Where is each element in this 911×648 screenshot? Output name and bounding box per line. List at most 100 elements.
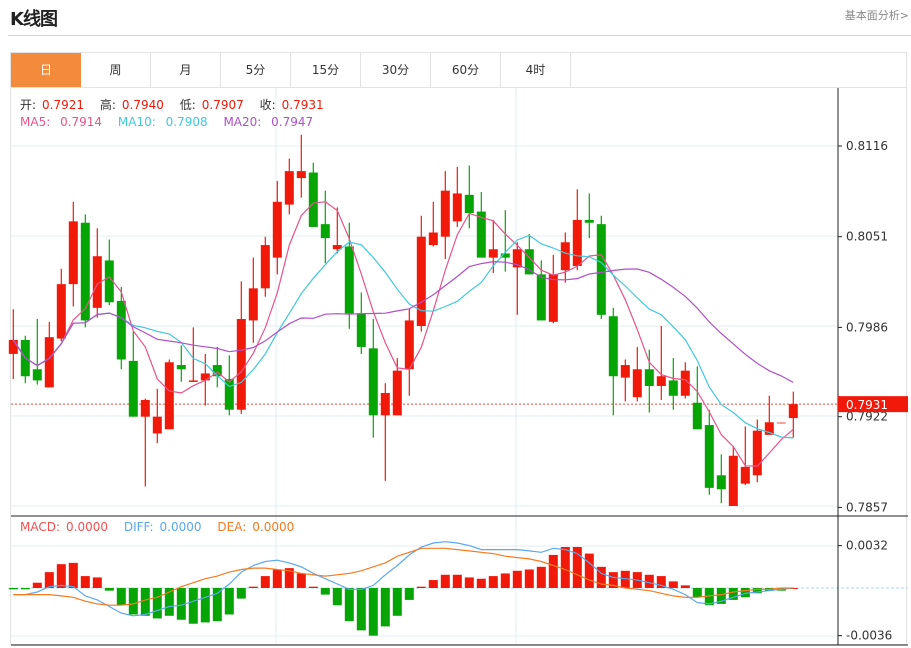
candle-body <box>392 370 402 416</box>
high-label: 高: <box>99 98 116 112</box>
candle-body <box>596 224 606 315</box>
candle-body <box>524 249 534 275</box>
candle-body <box>260 245 270 289</box>
macd-bar <box>644 574 654 588</box>
candle-body <box>248 288 258 321</box>
ma20-value: 0.7947 <box>271 115 314 129</box>
candle-body <box>752 430 762 476</box>
candle-body <box>284 171 294 205</box>
candle-body <box>140 399 150 417</box>
macd-bar <box>416 586 426 588</box>
macd-bar <box>56 564 66 588</box>
macd-bar <box>692 588 702 598</box>
macd-bar <box>200 588 210 623</box>
candle-body <box>188 380 198 382</box>
macd-bar <box>392 588 402 616</box>
macd-bar <box>272 569 282 588</box>
macd-legend: MACD: 0.0000 DIFF: 0.0000 DEA: 0.0000 <box>20 520 306 534</box>
high-value: 0.7940 <box>121 98 164 112</box>
macd-bar <box>560 546 570 588</box>
macd-bar <box>152 588 162 619</box>
candle-body <box>404 320 414 370</box>
candle-body <box>608 316 618 377</box>
macd-bar <box>368 588 378 636</box>
candle-body <box>788 404 798 419</box>
ohlc-legend: 开: 0.7921 高: 0.7940 低: 0.7907 收: 0.7931 <box>20 96 336 113</box>
candle-body <box>176 365 186 370</box>
low-label: 低: <box>179 98 196 112</box>
candle-body <box>80 222 90 321</box>
macd-value: 0.0000 <box>66 520 109 534</box>
macd-bar <box>428 580 438 588</box>
candle-body <box>560 242 570 271</box>
candle-body <box>440 190 450 237</box>
ma5-label: MA5: <box>20 115 51 129</box>
macd-bar <box>440 574 450 588</box>
candle-body <box>716 475 726 490</box>
candle-body <box>776 422 786 424</box>
dea-legend-item: DEA: 0.0000 <box>217 520 300 534</box>
macd-bar <box>236 588 246 599</box>
macd-bar <box>584 553 594 588</box>
macd-bar <box>464 577 474 588</box>
macd-bar <box>404 588 414 600</box>
open-value: 0.7921 <box>42 98 85 112</box>
macd-bar <box>104 588 114 591</box>
macd-bar <box>92 577 102 588</box>
candle-body <box>740 466 750 484</box>
candle-body <box>32 369 42 381</box>
candle-body <box>152 416 162 434</box>
candle-body <box>584 219 594 223</box>
macd-bar <box>296 573 306 588</box>
macd-bar <box>224 588 234 615</box>
last-price-label: 0.7931 <box>846 398 888 412</box>
macd-bar <box>356 588 366 631</box>
candle-body <box>116 300 126 360</box>
candle-body <box>704 425 714 488</box>
candle-body <box>8 339 18 354</box>
candle-body <box>164 362 174 430</box>
candle-body <box>356 313 366 347</box>
macd-tick-label: 0.0032 <box>846 539 888 553</box>
macd-bar <box>188 588 198 624</box>
ma10-value: 0.7908 <box>165 115 208 129</box>
dea-label: DEA: <box>217 520 247 534</box>
candle-body <box>200 373 210 381</box>
macd-bar <box>248 586 258 588</box>
macd-bar <box>536 566 546 588</box>
macd-bar <box>44 572 54 588</box>
macd-bar <box>344 588 354 622</box>
ma5-legend: MA5: 0.7914 <box>20 115 108 129</box>
candle-body <box>536 274 546 321</box>
candle-body <box>656 376 666 386</box>
close-label: 收: <box>259 98 276 112</box>
diff-label: DIFF: <box>123 520 154 534</box>
candle-body <box>320 224 330 239</box>
macd-bar <box>140 588 150 616</box>
macd-bar <box>320 588 330 595</box>
ma10-label: MA10: <box>117 115 156 129</box>
macd-label: MACD: <box>20 520 61 534</box>
candle-body <box>128 360 138 417</box>
candle-body <box>368 348 378 416</box>
low-value: 0.7907 <box>201 98 244 112</box>
price-tick-label: 0.8116 <box>846 139 888 153</box>
candle-body <box>668 380 678 396</box>
candle-body <box>644 369 654 386</box>
candle-body <box>416 236 426 326</box>
diff-legend-item: DIFF: 0.0000 <box>124 520 208 534</box>
candle-body <box>572 219 582 266</box>
macd-legend-item: MACD: 0.0000 <box>20 520 114 534</box>
candle-body <box>56 284 66 339</box>
macd-bar <box>668 581 678 588</box>
macd-bar <box>476 578 486 588</box>
price-tick-label: 0.7857 <box>846 500 888 514</box>
macd-bar <box>380 588 390 627</box>
price-tick-label: 0.8051 <box>846 230 888 244</box>
macd-bar <box>548 554 558 588</box>
candle-body <box>632 369 642 398</box>
ma20-legend: MA20: 0.7947 <box>223 115 319 129</box>
candle-body <box>308 172 318 227</box>
macd-bar <box>116 588 126 606</box>
macd-bar <box>8 588 18 590</box>
